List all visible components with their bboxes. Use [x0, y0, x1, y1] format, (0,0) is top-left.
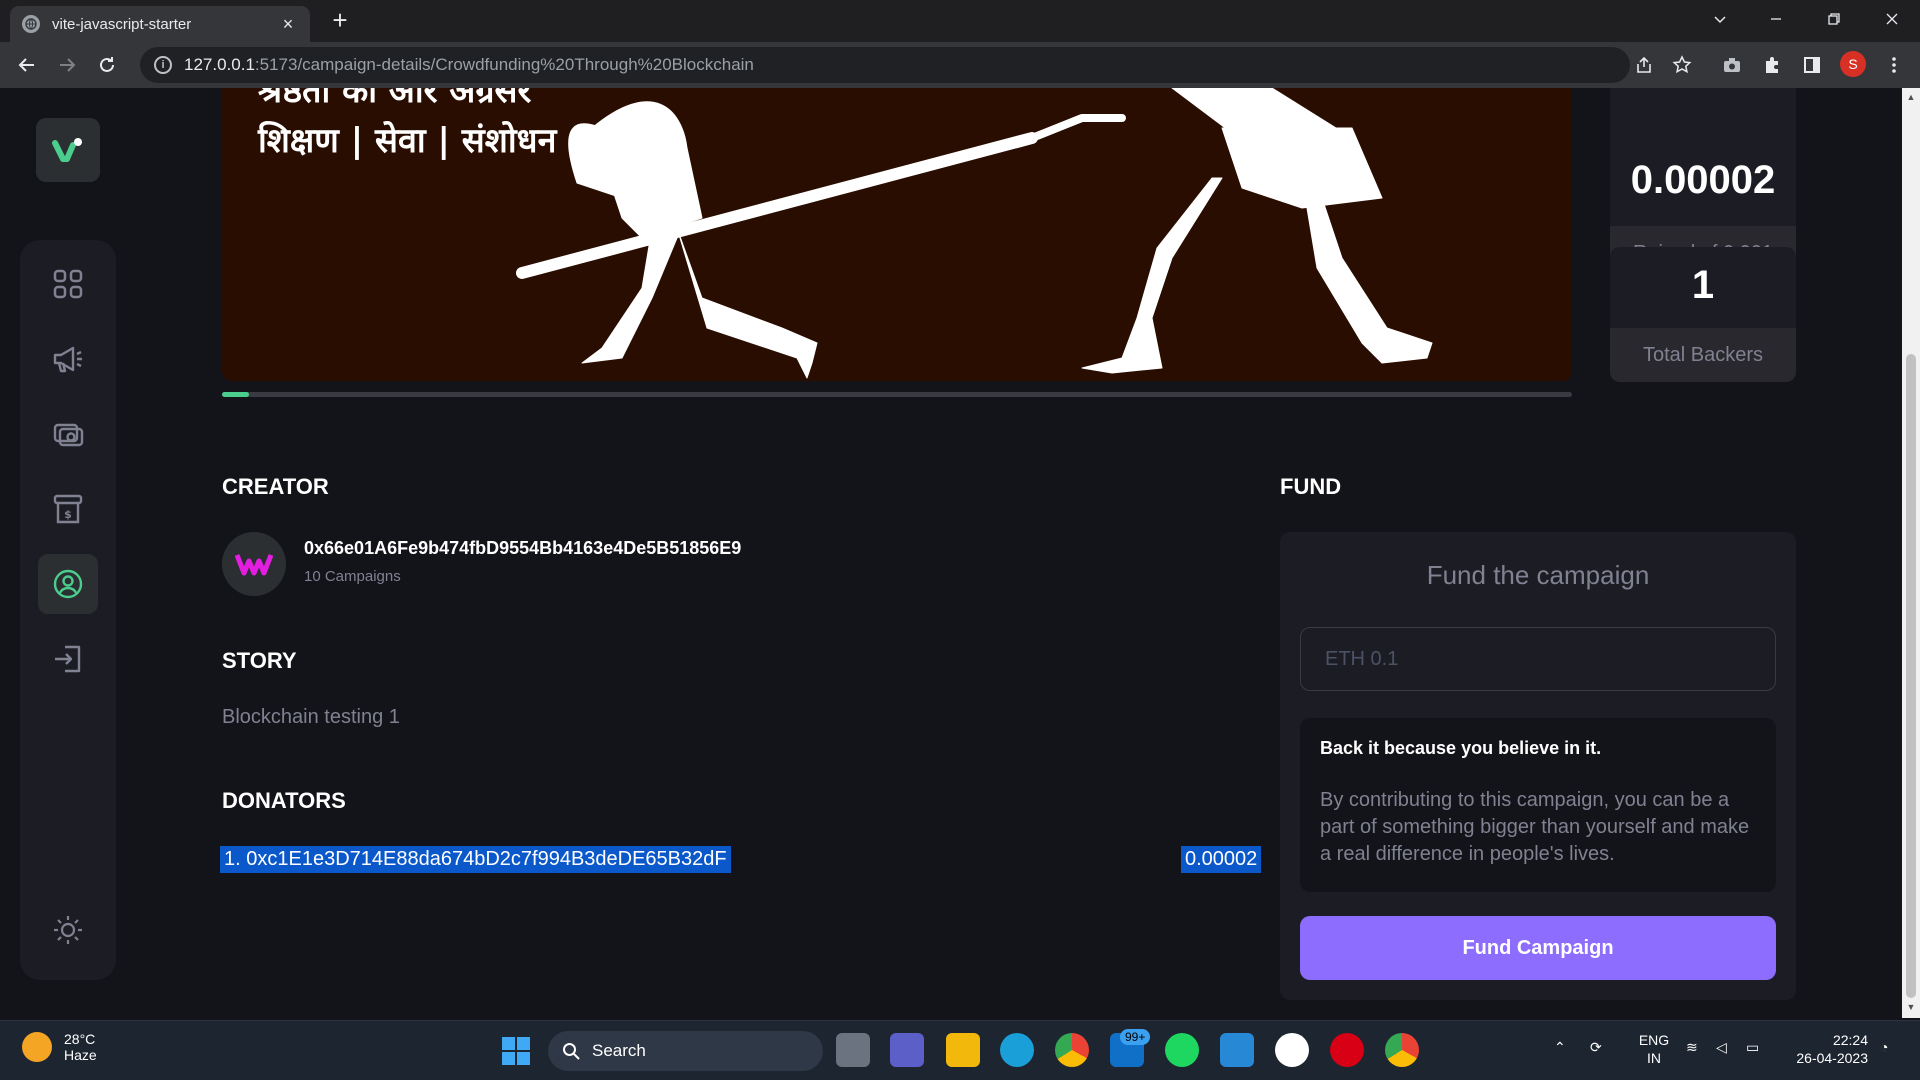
weather-widget[interactable]: 28°C Haze: [22, 1031, 97, 1063]
campaign-banner-image: श्रेष्ठता की ओर अग्रसर शिक्षण | सेवा | स…: [222, 88, 1572, 381]
logout-icon[interactable]: [38, 629, 98, 689]
weather-condition: Haze: [64, 1047, 97, 1063]
teams-chat-icon[interactable]: [890, 1033, 924, 1067]
taskbar-clock[interactable]: 22:24 26-04-2023: [1786, 1031, 1868, 1067]
payment-card-icon[interactable]: [38, 404, 98, 464]
theme-sun-icon[interactable]: [38, 900, 98, 960]
bookmark-star-icon[interactable]: [1668, 51, 1696, 79]
close-window-button[interactable]: [1864, 0, 1920, 38]
profile-user-icon[interactable]: [38, 554, 98, 614]
wifi-icon[interactable]: ≋: [1686, 1039, 1698, 1056]
forward-button[interactable]: [53, 51, 81, 79]
camera-extension-icon[interactable]: [1718, 51, 1746, 79]
side-panel-icon[interactable]: [1798, 51, 1826, 79]
tab-title: vite-javascript-starter: [52, 15, 192, 33]
stat-raised-value: 0.00002: [1630, 158, 1776, 202]
restore-button[interactable]: [1806, 0, 1862, 38]
fund-info-box: Back it because you believe in it. By co…: [1300, 718, 1776, 892]
whatsapp-icon[interactable]: [1275, 1033, 1309, 1067]
page-scrollbar[interactable]: ▲ ▼: [1902, 88, 1920, 1018]
profile-avatar[interactable]: S: [1840, 51, 1866, 77]
clock-time: 22:24: [1832, 1032, 1868, 1048]
language-indicator[interactable]: ENG IN: [1636, 1031, 1672, 1067]
sidebar: $: [20, 240, 116, 980]
fund-card: Fund the campaign Back it because you be…: [1280, 532, 1796, 1000]
address-bar[interactable]: i 127.0.0.1:5173/campaign-details/Crowdf…: [140, 47, 1630, 83]
scrollbar-thumb[interactable]: [1906, 354, 1916, 998]
windows-taskbar: 28°C Haze Search 99+ ⌃ ⟳ ENG IN ≋ ◁ ▭ 22…: [0, 1020, 1920, 1080]
funding-progress-fill: [222, 392, 249, 397]
creator-address: 0x66e01A6Fe9b474fbD9554Bb4163e4De5B51856…: [304, 538, 742, 558]
globe-icon: [22, 15, 40, 33]
fund-card-title: Fund the campaign: [1426, 560, 1650, 590]
notifications-icon[interactable]: ◔: [1880, 1039, 1888, 1055]
language-code: ENG: [1638, 1032, 1670, 1048]
eth-amount-input[interactable]: [1300, 627, 1776, 691]
creator-heading: Creator: [222, 474, 329, 499]
edge-browser-icon[interactable]: [1000, 1033, 1034, 1067]
url-host: 127.0.0.1: [184, 55, 255, 74]
menu-kebab-icon[interactable]: [1880, 51, 1908, 79]
share-icon[interactable]: [1630, 51, 1658, 79]
story-heading: Story: [222, 648, 297, 673]
spotify-icon[interactable]: [1165, 1033, 1199, 1067]
stat-backers-label: Total Backers: [1610, 328, 1796, 382]
task-view-icon[interactable]: [836, 1033, 870, 1067]
site-info-icon[interactable]: i: [154, 56, 172, 74]
weather-sun-icon: [22, 1032, 52, 1062]
volume-icon[interactable]: ◁: [1716, 1039, 1727, 1056]
tray-chevron-icon[interactable]: ⌃: [1554, 1039, 1566, 1056]
donator-address: 1. 0xc1E1e3D714E88da674bD2c7f994B3deDE65…: [220, 846, 731, 873]
tab-strip: vite-javascript-starter × +: [0, 0, 1920, 42]
stat-backers: 1 Total Backers: [1610, 247, 1796, 382]
donator-amount: 0.00002: [1181, 846, 1262, 873]
extensions-puzzle-icon[interactable]: [1758, 51, 1786, 79]
weather-temperature: 28°C: [64, 1031, 96, 1047]
opera-icon[interactable]: [1330, 1033, 1364, 1067]
region-code: IN: [1647, 1050, 1661, 1066]
creator-avatar-icon: [222, 532, 286, 596]
svg-text:$: $: [64, 508, 72, 521]
fund-heading: Fund: [1280, 474, 1342, 499]
funding-progress-bar: [222, 392, 1572, 397]
withdraw-receipt-icon[interactable]: $: [38, 479, 98, 539]
url-path: :5173/campaign-details/Crowdfunding%20Th…: [254, 55, 754, 74]
back-button[interactable]: [13, 51, 41, 79]
scroll-down-icon[interactable]: ▼: [1906, 1002, 1916, 1012]
tab-close-icon[interactable]: ×: [278, 14, 298, 34]
fund-info-text: By contributing to this campaign, you ca…: [1320, 789, 1750, 865]
dashboard-grid-icon[interactable]: [38, 254, 98, 314]
campaign-megaphone-icon[interactable]: [38, 329, 98, 389]
chrome-active-icon[interactable]: [1385, 1033, 1419, 1067]
fund-info-title: Back it because you believe in it.: [1320, 738, 1602, 758]
tab-search-chevron-icon[interactable]: [1692, 0, 1748, 38]
clock-date: 26-04-2023: [1796, 1050, 1868, 1066]
battery-icon[interactable]: ▭: [1746, 1039, 1759, 1056]
creator-campaign-count: 10 Campaigns: [304, 568, 401, 585]
search-icon: [563, 1043, 580, 1060]
donators-heading: Donators: [222, 788, 346, 813]
file-explorer-icon[interactable]: [946, 1033, 980, 1067]
chrome-icon[interactable]: [1055, 1033, 1089, 1067]
taskbar-search[interactable]: Search: [548, 1031, 823, 1071]
browser-tab[interactable]: vite-javascript-starter ×: [10, 6, 310, 42]
fund-campaign-button[interactable]: Fund Campaign: [1300, 916, 1776, 980]
new-tab-button[interactable]: +: [325, 6, 355, 36]
windows-start-icon[interactable]: [502, 1037, 530, 1065]
minimize-button[interactable]: [1748, 0, 1804, 38]
page-viewport: $ श्रेष्ठता की ओर अग्रसर शिक्षण | सेवा |…: [0, 88, 1902, 1018]
app-logo-icon[interactable]: [36, 118, 100, 182]
walking-figures-illustration: [516, 88, 1433, 379]
sync-icon[interactable]: ⟳: [1590, 1039, 1602, 1056]
scroll-up-icon[interactable]: ▲: [1906, 92, 1916, 102]
stat-backers-value: 1: [1691, 263, 1715, 307]
story-text: Blockchain testing 1: [222, 706, 400, 728]
vscode-icon[interactable]: [1220, 1033, 1254, 1067]
browser-toolbar: i 127.0.0.1:5173/campaign-details/Crowdf…: [0, 42, 1920, 88]
mail-badge: 99+: [1120, 1029, 1151, 1045]
reload-button[interactable]: [93, 51, 121, 79]
taskbar-search-label: Search: [592, 1041, 646, 1060]
